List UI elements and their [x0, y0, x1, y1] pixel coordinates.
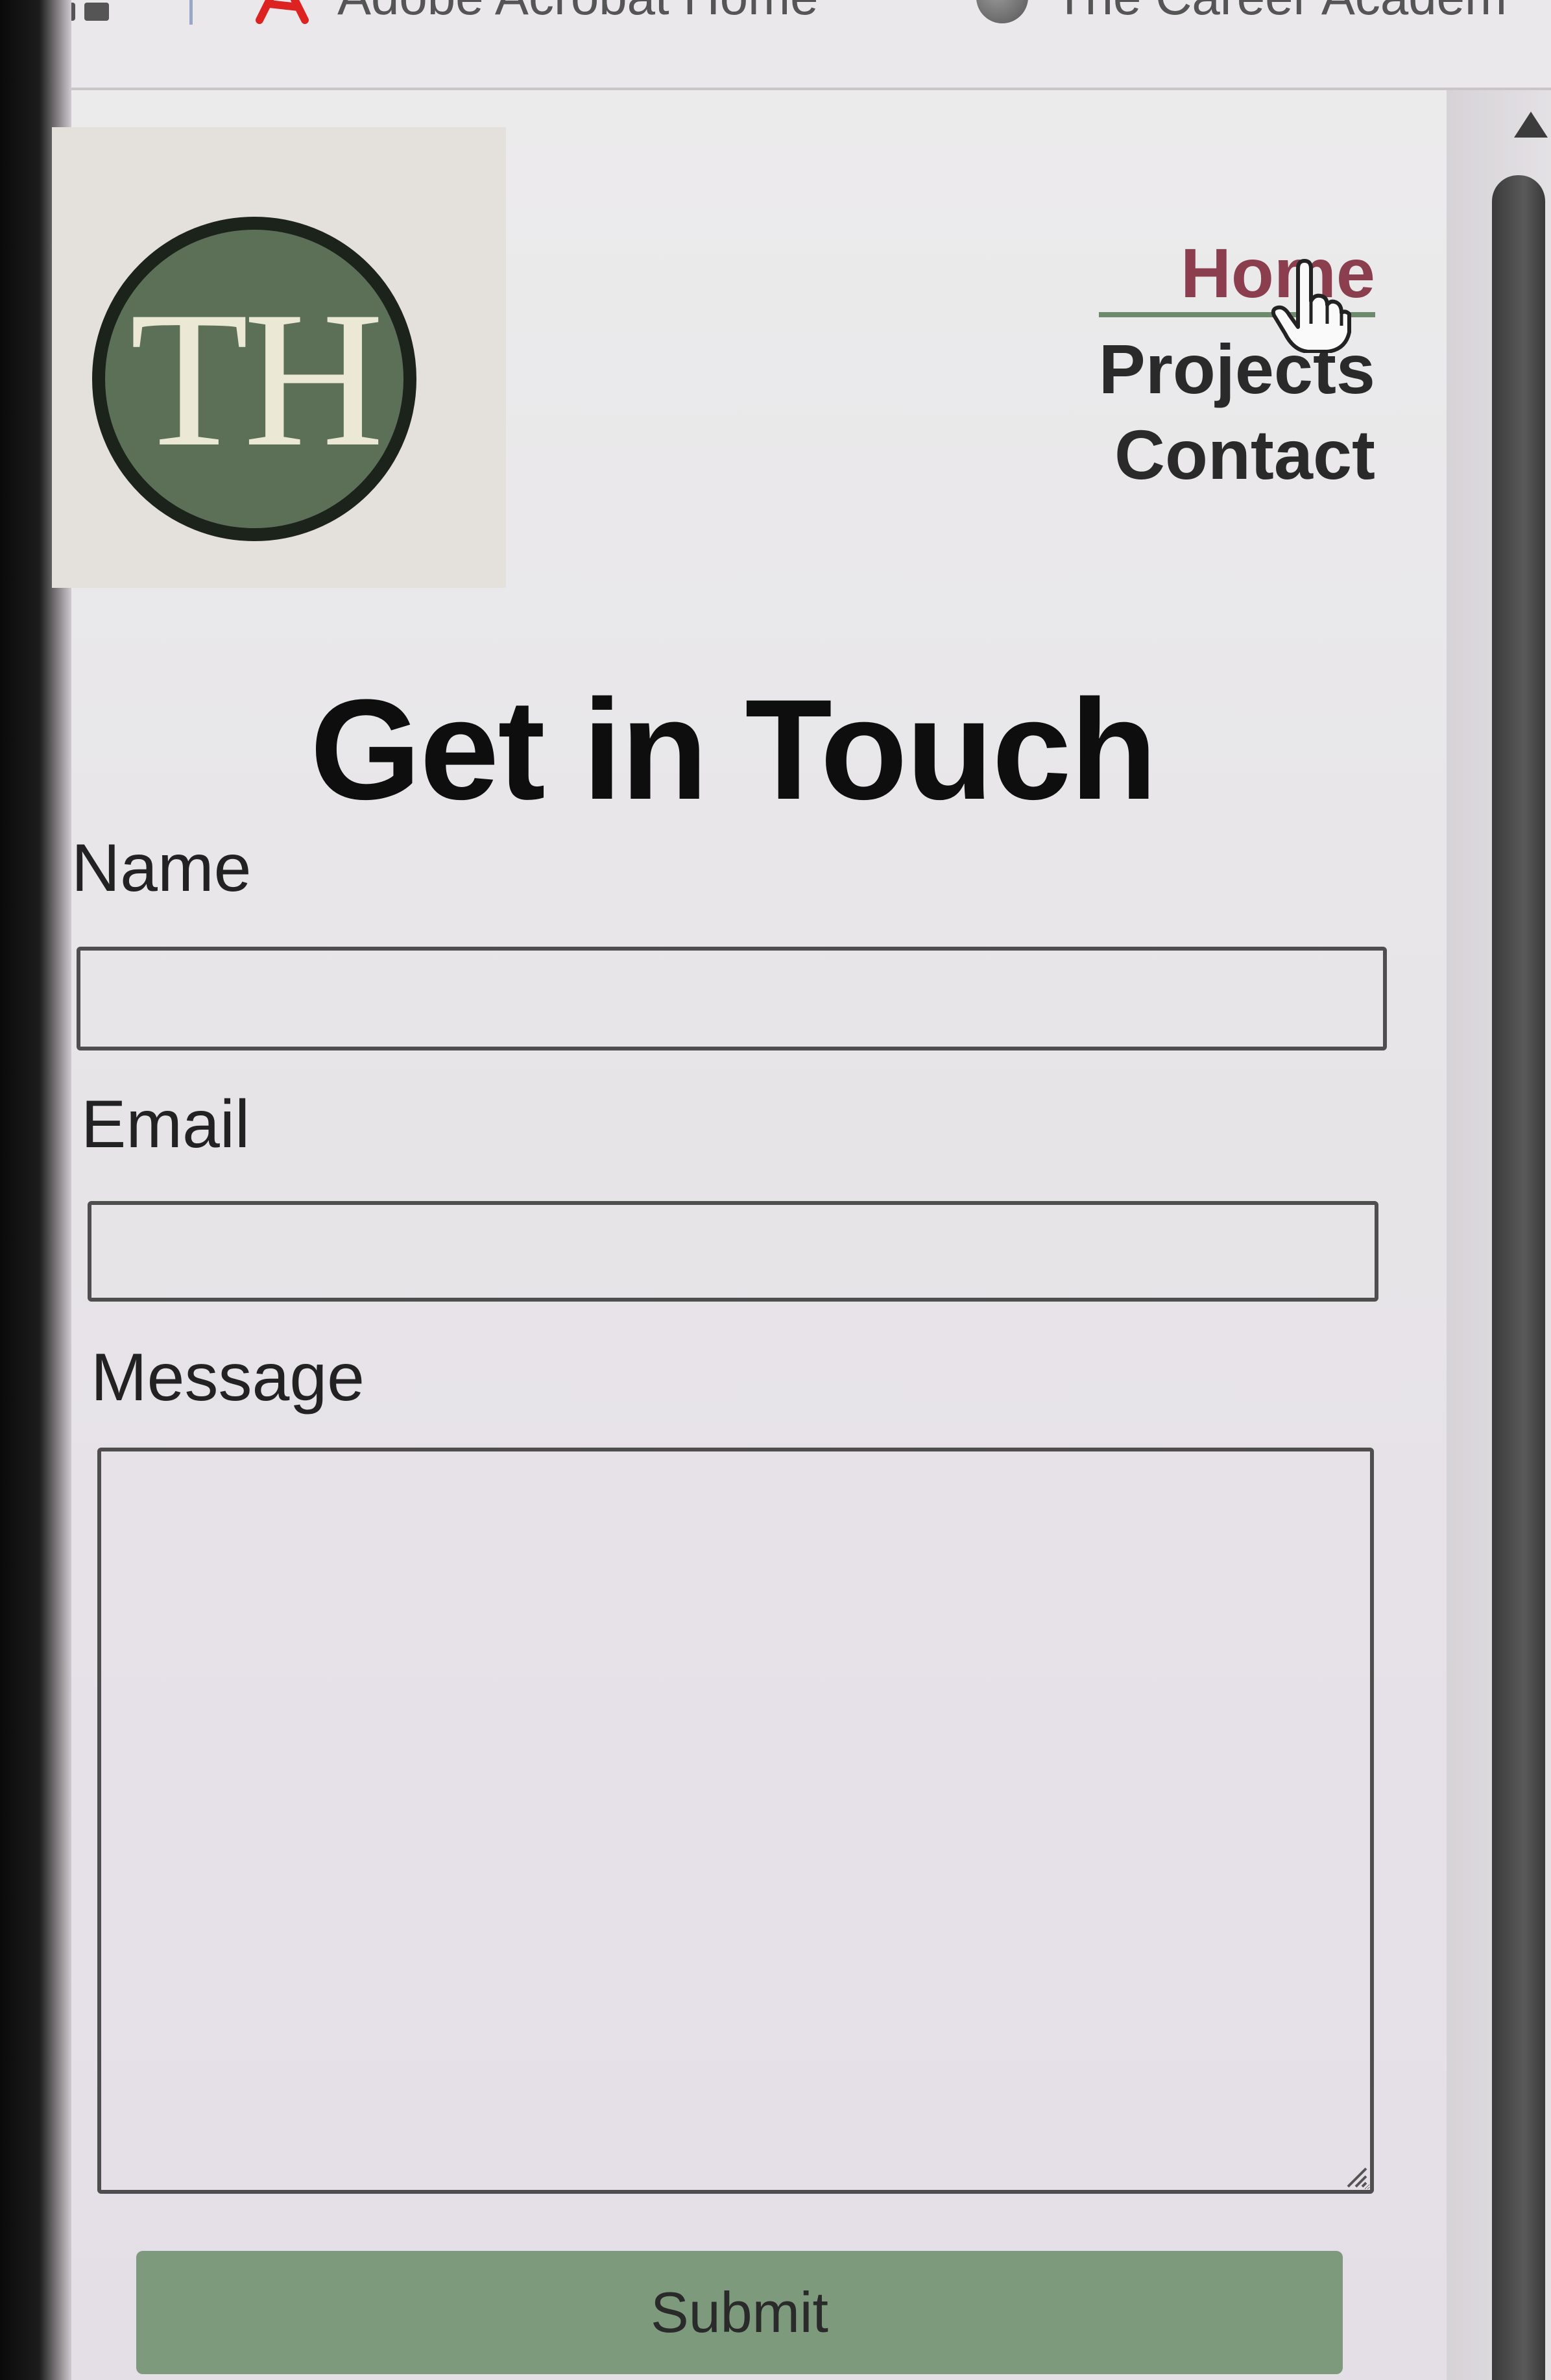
browser-screen: Adobe Acrobat Home The Career Academ TH …	[0, 0, 1551, 2380]
bookmark-acrobat[interactable]: Adobe Acrobat Home	[253, 0, 818, 27]
resize-grip-icon[interactable]	[1343, 2163, 1369, 2189]
bookmarks-bar: Adobe Acrobat Home The Career Academ	[0, 0, 1551, 90]
logo[interactable]: TH	[52, 127, 506, 588]
globe-icon	[976, 0, 1028, 23]
hand-pointer-icon	[1271, 259, 1351, 353]
bookmark-label: The Career Academ	[1054, 0, 1507, 27]
submit-button[interactable]: Submit	[136, 2251, 1343, 2374]
nav-contact-link[interactable]: Contact	[1099, 412, 1375, 498]
scroll-up-arrow-icon[interactable]	[1514, 112, 1548, 138]
acrobat-icon	[256, 0, 309, 24]
page-title: Get in Touch	[309, 670, 1157, 829]
message-label: Message	[91, 1340, 365, 1415]
bookmark-label: Adobe Acrobat Home	[337, 0, 818, 27]
bookmarks-divider	[189, 0, 193, 25]
name-input[interactable]	[77, 947, 1387, 1050]
bookmark-career-academy[interactable]: The Career Academ	[976, 0, 1507, 27]
web-page: TH Home Projects Contact Get in Touch Na…	[52, 90, 1511, 2380]
name-label: Name	[71, 831, 252, 906]
message-textarea[interactable]	[97, 1448, 1374, 2194]
scrollbar-thumb[interactable]	[1492, 175, 1545, 2380]
email-label: Email	[81, 1087, 250, 1162]
logo-text: TH	[130, 271, 384, 487]
email-input[interactable]	[88, 1201, 1378, 1302]
logo-badge: TH	[92, 217, 416, 541]
